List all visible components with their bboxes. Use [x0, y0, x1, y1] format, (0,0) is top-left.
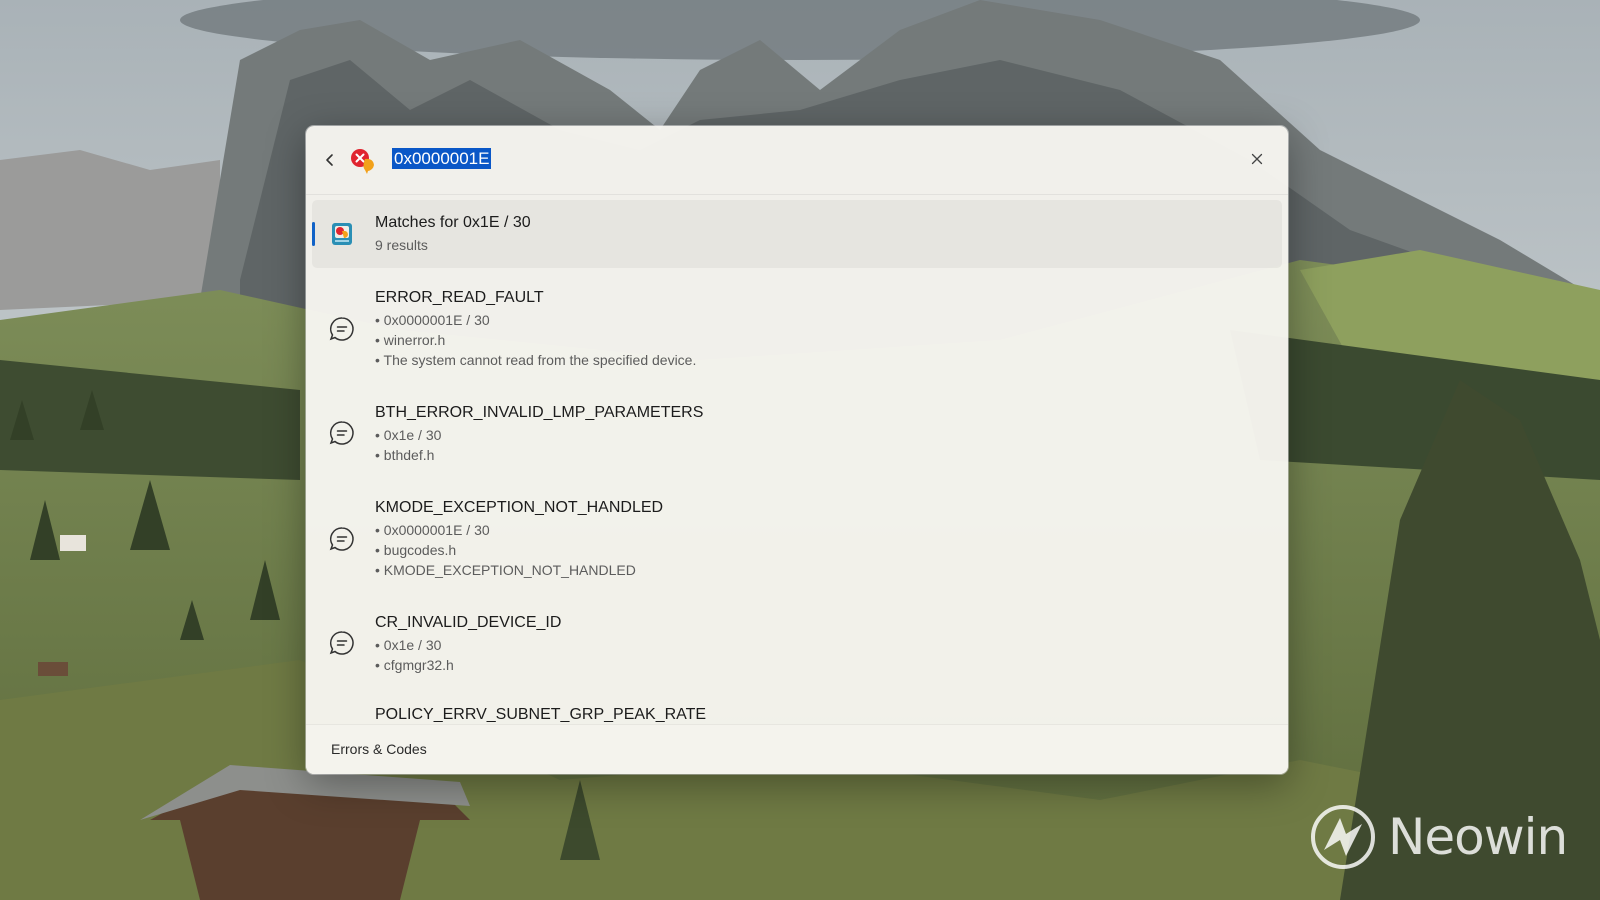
- result-detail: • winerror.h: [375, 332, 446, 348]
- search-input[interactable]: 0x0000001E: [392, 146, 492, 172]
- result-title: CR_INVALID_DEVICE_ID: [375, 614, 562, 631]
- result-detail: • bugcodes.h: [375, 542, 457, 558]
- result-detail: • 0x0000001E / 30: [375, 312, 490, 328]
- result-title: ERROR_READ_FAULT: [375, 289, 544, 306]
- watermark-text: Neowin: [1388, 808, 1568, 866]
- selection-indicator: [312, 222, 315, 246]
- chat-bubble-icon: [328, 629, 356, 657]
- result-title: BTH_ERROR_INVALID_LMP_PARAMETERS: [375, 404, 704, 421]
- result-detail: • bthdef.h: [375, 447, 435, 463]
- result-item[interactable]: KMODE_EXCEPTION_NOT_HANDLED • 0x0000001E…: [312, 490, 1282, 590]
- result-item[interactable]: CR_INVALID_DEVICE_ID • 0x1e / 30 • cfgmg…: [312, 605, 1282, 685]
- error-codes-plugin-icon: [348, 146, 378, 176]
- chat-bubble-icon: [328, 525, 356, 553]
- search-window: 0x0000001E Matches for 0x1E / 30 9 resul…: [306, 126, 1288, 774]
- result-item[interactable]: ERROR_READ_FAULT • 0x0000001E / 30 • win…: [312, 280, 1282, 380]
- close-icon: [1251, 153, 1263, 165]
- result-item[interactable]: BTH_ERROR_INVALID_LMP_PARAMETERS • 0x1e …: [312, 395, 1282, 475]
- footer-bar: Errors & Codes: [306, 724, 1288, 774]
- result-detail: • 0x1e / 30: [375, 637, 442, 653]
- result-detail: 9 results: [375, 237, 428, 253]
- result-detail: • 0x0000001E / 30: [375, 522, 490, 538]
- result-detail: • 0x1e / 30: [375, 427, 442, 443]
- chat-bubble-icon: [328, 419, 356, 447]
- result-detail: • cfgmgr32.h: [375, 657, 454, 673]
- search-query-text: 0x0000001E: [392, 148, 492, 169]
- chat-bubble-icon: [328, 315, 356, 343]
- result-summary[interactable]: Matches for 0x1E / 30 9 results: [312, 200, 1282, 268]
- neowin-watermark: Neowin: [1310, 802, 1568, 872]
- plugin-name-label: Errors & Codes: [331, 741, 427, 757]
- result-title: KMODE_EXCEPTION_NOT_HANDLED: [375, 499, 664, 516]
- result-detail: • KMODE_EXCEPTION_NOT_HANDLED: [375, 562, 636, 578]
- back-button[interactable]: [316, 146, 344, 174]
- result-detail: • The system cannot read from the specif…: [375, 352, 697, 368]
- close-button[interactable]: [1244, 146, 1270, 172]
- errors-codes-app-icon: [328, 220, 356, 248]
- search-header: 0x0000001E: [306, 126, 1288, 195]
- result-title: Matches for 0x1E / 30: [375, 214, 531, 231]
- neowin-logo-icon: [1311, 805, 1375, 869]
- results-list: Matches for 0x1E / 30 9 results ERROR_RE…: [306, 195, 1288, 774]
- result-title: POLICY_ERRV_SUBNET_GRP_PEAK_RATE: [375, 706, 707, 723]
- chevron-left-icon: [326, 154, 333, 166]
